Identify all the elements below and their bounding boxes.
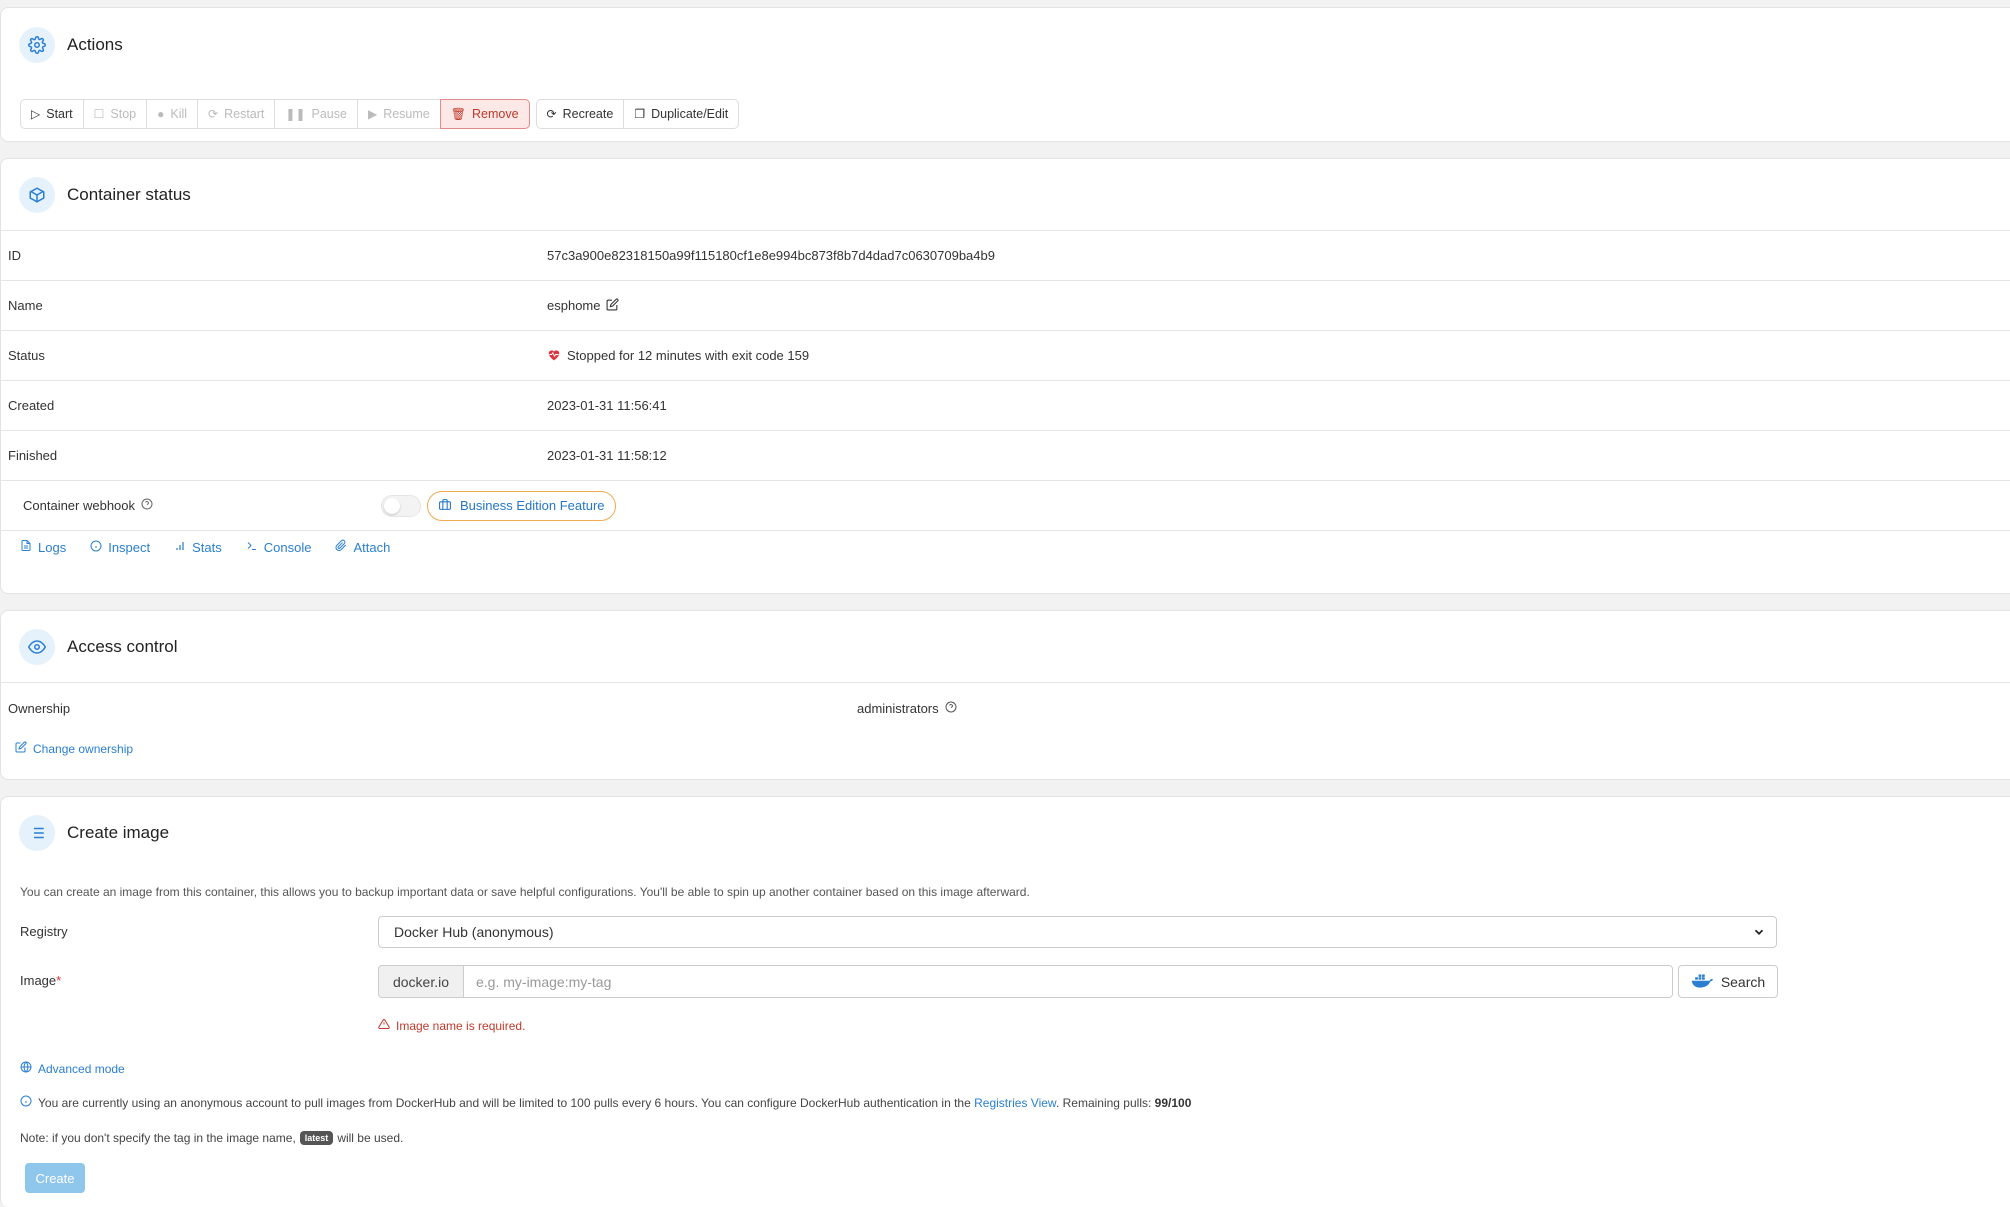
stats-link[interactable]: Stats: [174, 539, 222, 555]
create-image-panel: Create image You can create an image fro…: [0, 796, 2010, 1207]
list-icon: [19, 815, 55, 851]
box-icon: [19, 176, 55, 213]
stop-button[interactable]: ☐ Stop: [82, 99, 148, 129]
id-value: 57c3a900e82318150a99f115180cf1e8e994bc87…: [547, 248, 995, 263]
create-button[interactable]: Create: [25, 1163, 85, 1193]
registries-view-link[interactable]: Registries View: [974, 1096, 1056, 1110]
eye-icon: [19, 628, 55, 665]
dockerhub-info: You are currently using an anonymous acc…: [20, 1095, 1191, 1110]
access-control-panel: Access control Ownership administrators …: [0, 610, 2010, 780]
duplicate-edit-button[interactable]: ❐ Duplicate/Edit: [623, 99, 740, 129]
webhook-label: Container webhook: [23, 498, 136, 513]
terminal-icon: [246, 540, 258, 555]
name-label: Name: [8, 298, 43, 313]
registry-select[interactable]: Docker Hub (anonymous): [378, 916, 1777, 948]
finished-value: 2023-01-31 11:58:12: [547, 448, 667, 463]
webhook-toggle[interactable]: [381, 494, 421, 517]
info-icon: [20, 1095, 32, 1110]
paperclip-icon: [335, 539, 347, 555]
help-icon: [945, 701, 957, 716]
create-title: Create image: [67, 823, 170, 842]
finished-label: Finished: [8, 448, 58, 463]
globe-icon: [20, 1061, 32, 1076]
actions-button-group: ▷ Start ☐ Stop ● Kill ⟳ Restart ❚❚ Pause…: [20, 99, 740, 129]
status-label: Status: [8, 348, 45, 363]
resume-button[interactable]: ▶ Resume: [356, 99, 441, 129]
created-value: 2023-01-31 11:56:41: [547, 398, 667, 413]
access-header: Access control: [1, 611, 2010, 683]
copy-icon: ❐: [634, 107, 646, 121]
create-description: You can create an image from this contai…: [20, 885, 1030, 899]
registry-label: Registry: [20, 924, 68, 939]
required-marker: *: [56, 973, 62, 988]
console-link[interactable]: Console: [246, 539, 311, 555]
ownership-value: administrators: [857, 701, 939, 716]
tag-note: Note: if you don't specify the tag in th…: [20, 1131, 404, 1145]
business-edition-badge[interactable]: Business Edition Feature: [427, 490, 616, 521]
actions-title: Actions: [67, 35, 123, 54]
refresh-icon: ⟳: [208, 107, 219, 121]
container-status-panel: Container status ID 57c3a900e82318150a99…: [0, 158, 2010, 594]
name-row: Name esphome: [1, 281, 2010, 331]
play-filled-icon: ▶: [367, 107, 378, 121]
kill-button[interactable]: ● Kill: [146, 99, 199, 129]
attach-link[interactable]: Attach: [335, 539, 390, 555]
pause-button[interactable]: ❚❚ Pause: [274, 99, 358, 129]
remaining-pulls: 99/100: [1154, 1095, 1192, 1110]
image-name-input[interactable]: [463, 965, 1673, 998]
create-header: Create image: [1, 797, 2010, 869]
edit-icon[interactable]: [606, 297, 619, 314]
trash-icon: 🗑: [450, 107, 466, 121]
created-label: Created: [8, 398, 55, 413]
info-icon: [90, 540, 102, 555]
gear-icon: [19, 27, 55, 63]
warning-icon: [378, 1018, 390, 1033]
name-value: esphome: [547, 298, 601, 313]
docker-whale-icon: [1691, 972, 1713, 991]
restart-button[interactable]: ⟳ Restart: [197, 99, 276, 129]
logs-link[interactable]: Logs: [20, 539, 66, 555]
change-ownership-link[interactable]: Change ownership: [15, 741, 133, 756]
webhook-row: Container webhook Business Edition Featu…: [1, 481, 2010, 531]
search-button[interactable]: Search: [1678, 965, 1778, 998]
status-title: Container status: [67, 184, 191, 204]
id-label: ID: [8, 248, 21, 263]
play-icon: ▷: [31, 107, 41, 121]
image-registry-prefix: docker.io: [378, 965, 464, 998]
inspect-link[interactable]: Inspect: [90, 539, 150, 555]
finished-row: Finished 2023-01-31 11:58:12: [1, 431, 2010, 481]
start-button[interactable]: ▷ Start: [20, 99, 84, 129]
actions-panel: Actions ▷ Start ☐ Stop ● Kill ⟳ Restart …: [0, 7, 2010, 142]
help-icon: [141, 498, 153, 513]
status-row: Status Stopped for 12 minutes with exit …: [1, 331, 2010, 381]
created-row: Created 2023-01-31 11:56:41: [1, 381, 2010, 431]
chevron-down-icon: [1752, 925, 1766, 942]
edit-icon: [15, 741, 27, 756]
briefcase-icon: [438, 498, 452, 514]
refresh-icon: ⟳: [546, 107, 557, 121]
image-error: Image name is required.: [378, 1018, 525, 1033]
stop-icon: ☐: [93, 107, 105, 121]
advanced-mode-link[interactable]: Advanced mode: [20, 1061, 125, 1076]
file-text-icon: [20, 539, 32, 555]
ownership-label: Ownership: [8, 701, 71, 716]
heartbeat-icon: [547, 348, 561, 364]
id-row: ID 57c3a900e82318150a99f115180cf1e8e994b…: [1, 231, 2010, 281]
status-header: Container status: [1, 159, 2010, 231]
status-value: Stopped for 12 minutes with exit code 15…: [567, 348, 810, 363]
latest-badge: latest: [299, 1131, 334, 1145]
access-title: Access control: [67, 636, 178, 656]
bomb-icon: ●: [157, 107, 165, 121]
remove-button[interactable]: 🗑 Remove: [439, 99, 530, 129]
actions-header: Actions: [1, 8, 2010, 82]
container-links: Logs Inspect Stats Console Attach: [20, 539, 390, 555]
image-label: Image*: [20, 973, 62, 988]
pause-icon: ❚❚: [285, 107, 306, 121]
recreate-button[interactable]: ⟳ Recreate: [535, 99, 625, 129]
bar-chart-icon: [174, 540, 186, 555]
